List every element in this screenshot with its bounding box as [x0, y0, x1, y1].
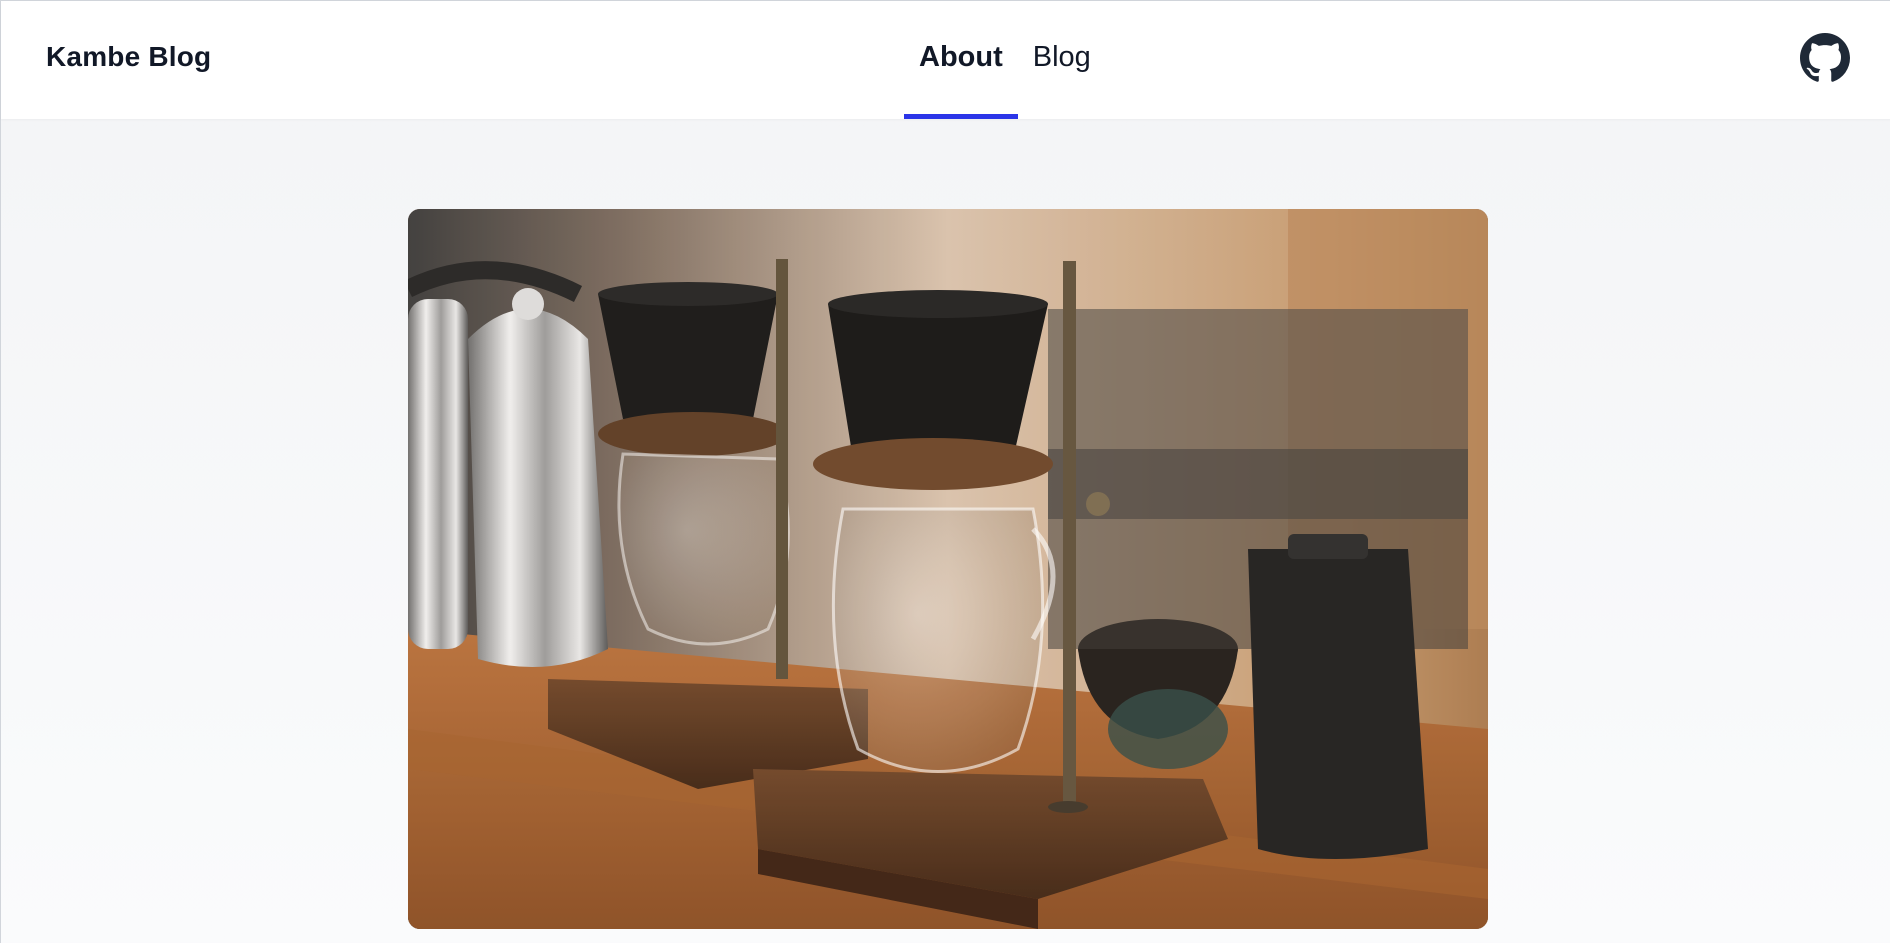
nav-item-blog[interactable]: Blog [1018, 1, 1106, 119]
main-nav: About Blog [904, 1, 1106, 119]
nav-item-about[interactable]: About [904, 1, 1018, 119]
site-brand[interactable]: Kambe Blog [46, 41, 211, 73]
hero-image [408, 209, 1488, 929]
github-icon [1800, 33, 1850, 82]
site-header: Kambe Blog About Blog [1, 1, 1890, 119]
github-link[interactable] [1800, 33, 1850, 83]
coffee-drippers-photo [408, 209, 1488, 929]
